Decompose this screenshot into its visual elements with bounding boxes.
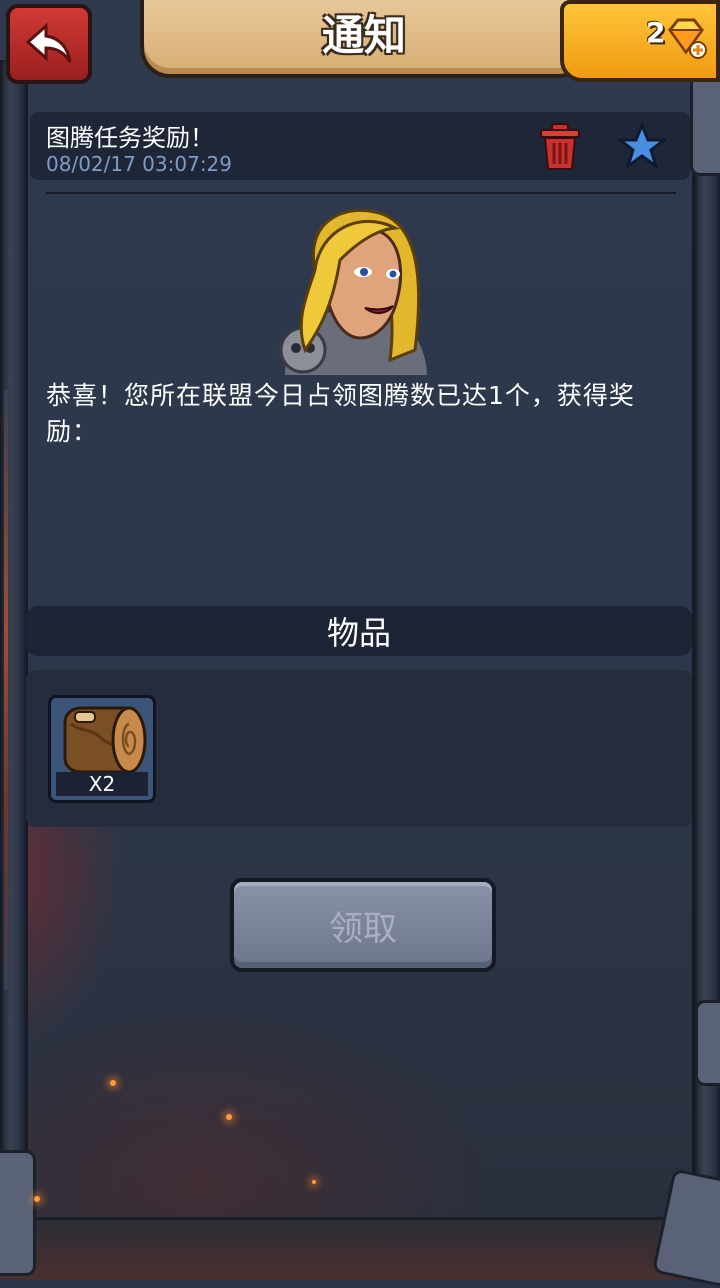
title-plate: 通知	[140, 0, 588, 78]
left-frame	[0, 60, 28, 1280]
items-panel: X2	[26, 670, 692, 827]
back-button[interactable]	[6, 4, 92, 84]
ember-particle	[110, 1080, 116, 1086]
claim-button[interactable]: 领取	[230, 878, 496, 972]
log-icon	[63, 706, 147, 774]
page-title: 通知	[321, 10, 406, 60]
gem-plus-icon	[668, 18, 707, 59]
reward-item-slot[interactable]: X2	[48, 695, 156, 803]
gem-count: 2	[646, 16, 666, 49]
divider	[46, 192, 676, 194]
ember-particle	[34, 1196, 40, 1202]
bottom-frame	[0, 1217, 720, 1280]
gem-counter[interactable]: 2	[560, 0, 720, 82]
ember-particle	[312, 1180, 316, 1184]
message-timestamp: 08/02/17 03:07:29	[46, 152, 233, 176]
right-frame	[692, 60, 720, 1280]
section-title: 物品	[326, 614, 391, 652]
item-quantity: X2	[56, 772, 148, 796]
items-section-header: 物品	[26, 606, 692, 656]
back-arrow-icon	[25, 22, 72, 63]
trash-icon[interactable]	[538, 122, 582, 172]
message-body: 恭喜！您所在联盟今日占领图腾数已达1个，获得奖励：	[46, 381, 635, 446]
claim-button-label: 领取	[329, 908, 397, 949]
character-portrait	[279, 208, 427, 375]
message-title: 图腾任务奖励！	[46, 124, 214, 152]
message-header: 图腾任务奖励！ 08/02/17 03:07:29	[30, 112, 690, 180]
ember-particle	[226, 1114, 232, 1120]
star-icon[interactable]	[618, 122, 666, 170]
rock-decoration	[0, 1150, 36, 1276]
rock-decoration	[695, 1000, 720, 1086]
